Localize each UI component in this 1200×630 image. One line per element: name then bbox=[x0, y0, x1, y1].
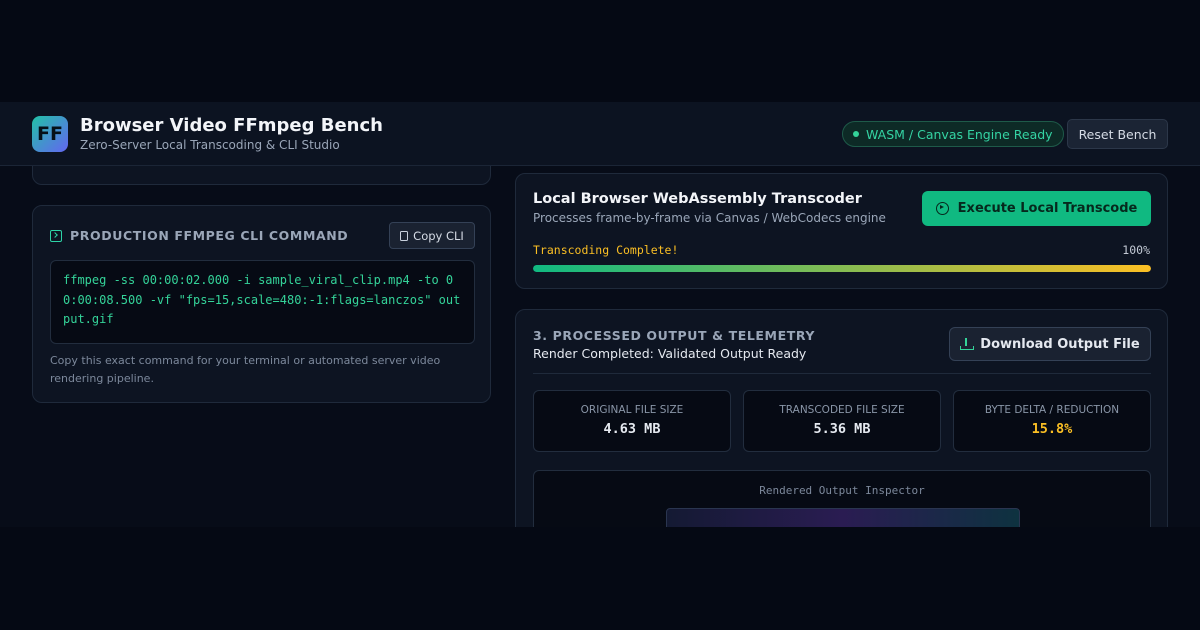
clipboard-icon bbox=[400, 230, 409, 241]
copy-cli-label: Copy CLI bbox=[413, 228, 464, 243]
engine-status-label: WASM / Canvas Engine Ready bbox=[866, 126, 1053, 142]
divider bbox=[533, 373, 1151, 374]
terminal-icon bbox=[50, 229, 62, 242]
stat-transcoded-size: TRANSCODED FILE SIZE 5.36 MB bbox=[743, 390, 941, 452]
progress-fill bbox=[533, 265, 1151, 272]
transcoder-panel: Local Browser WebAssembly Transcoder Pro… bbox=[515, 173, 1168, 289]
app-logo: FF bbox=[32, 116, 68, 152]
output-preview[interactable] bbox=[666, 508, 1020, 527]
transcoder-title: Local Browser WebAssembly Transcoder bbox=[533, 191, 862, 207]
stat-value: 5.36 MB bbox=[813, 421, 871, 437]
copy-cli-button[interactable]: Copy CLI bbox=[389, 222, 475, 249]
app-subtitle: Zero-Server Local Transcoding & CLI Stud… bbox=[80, 138, 340, 152]
play-icon bbox=[935, 202, 949, 215]
stat-byte-delta: BYTE DELTA / REDUCTION 15.8% bbox=[953, 390, 1151, 452]
download-output-label: Download Output File bbox=[980, 336, 1140, 352]
stat-value: 4.63 MB bbox=[603, 421, 661, 437]
cli-heading-label: PRODUCTION FFMPEG CLI COMMAND bbox=[70, 228, 349, 243]
app-title: Browser Video FFmpeg Bench bbox=[80, 115, 383, 136]
stat-label: TRANSCODED FILE SIZE bbox=[779, 404, 905, 416]
app-header: FF Browser Video FFmpeg Bench Zero-Serve… bbox=[0, 102, 1200, 166]
reset-bench-button[interactable]: Reset Bench bbox=[1067, 119, 1168, 149]
cli-heading: PRODUCTION FFMPEG CLI COMMAND bbox=[50, 228, 348, 243]
progress-track bbox=[533, 265, 1151, 272]
engine-status-badge: WASM / Canvas Engine Ready bbox=[842, 121, 1064, 147]
transcode-percent: 100% bbox=[1122, 243, 1150, 257]
output-subtitle: Render Completed: Validated Output Ready bbox=[533, 346, 807, 361]
transcoder-subtitle: Processes frame-by-frame via Canvas / We… bbox=[533, 211, 886, 225]
inspector-label: Rendered Output Inspector bbox=[759, 484, 925, 497]
stat-label: BYTE DELTA / REDUCTION bbox=[984, 404, 1120, 416]
transcode-status: Transcoding Complete! bbox=[533, 243, 679, 257]
cli-command-text[interactable]: ffmpeg -ss 00:00:02.000 -i sample_viral_… bbox=[50, 260, 475, 344]
status-dot-icon bbox=[853, 131, 859, 137]
execute-transcode-label: Execute Local Transcode bbox=[957, 201, 1138, 216]
cli-command-panel: PRODUCTION FFMPEG CLI COMMAND Copy CLI f… bbox=[32, 205, 491, 403]
app-viewport: FF Browser Video FFmpeg Bench Zero-Serve… bbox=[0, 102, 1200, 527]
output-title: 3. PROCESSED OUTPUT & TELEMETRY bbox=[533, 328, 816, 343]
cli-note: Copy this exact command for your termina… bbox=[50, 354, 441, 385]
output-inspector: Rendered Output Inspector bbox=[533, 470, 1151, 527]
download-icon bbox=[960, 338, 975, 350]
execute-transcode-button[interactable]: Execute Local Transcode bbox=[922, 191, 1151, 226]
output-panel: 3. PROCESSED OUTPUT & TELEMETRY Render C… bbox=[515, 309, 1168, 527]
stat-value: 15.8% bbox=[1031, 421, 1073, 437]
download-output-button[interactable]: Download Output File bbox=[949, 327, 1151, 361]
stat-label: ORIGINAL FILE SIZE bbox=[580, 404, 684, 416]
stat-original-size: ORIGINAL FILE SIZE 4.63 MB bbox=[533, 390, 731, 452]
